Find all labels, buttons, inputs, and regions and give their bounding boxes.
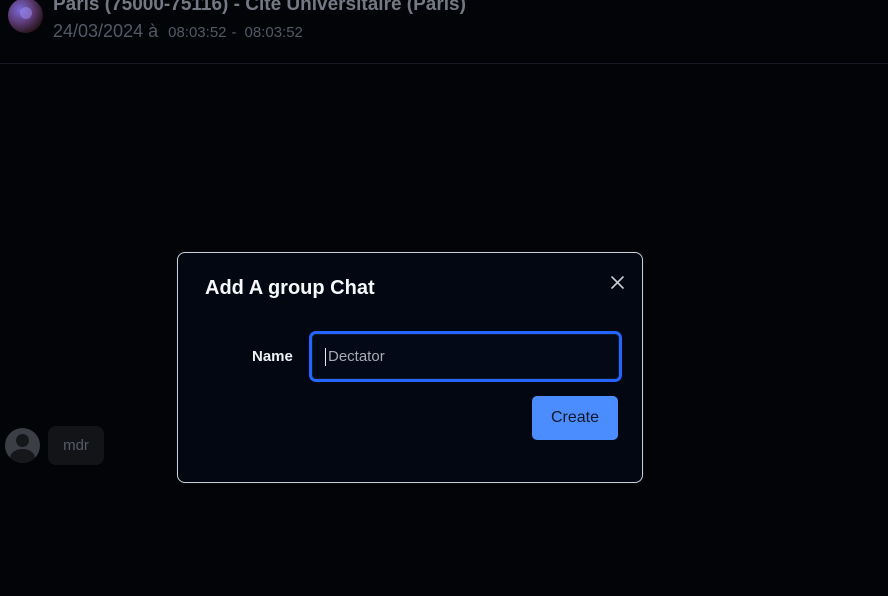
chat-date: 24/03/2024 à xyxy=(53,21,159,41)
user-avatar-icon[interactable] xyxy=(5,427,40,463)
end-time: 08:03:52 xyxy=(244,24,303,41)
start-time: 08:03:52 xyxy=(168,24,227,41)
add-group-chat-modal: Add A group Chat Name Create xyxy=(177,252,643,483)
message-bubble: mdr xyxy=(48,425,104,465)
modal-title: Add A group Chat xyxy=(205,277,375,299)
chat-header: Paris (75000-75116) - Cité Universitaire… xyxy=(0,0,888,64)
time-separator: - xyxy=(231,24,237,41)
text-caret xyxy=(325,348,326,366)
close-icon[interactable] xyxy=(607,272,627,292)
create-button[interactable]: Create xyxy=(532,396,618,440)
chat-title: Paris (75000-75116) - Cité Universitaire… xyxy=(53,0,466,15)
message-item: mdr xyxy=(5,425,104,465)
chat-timestamp: 24/03/2024 à 08:03:52 - 08:03:52 xyxy=(53,21,303,43)
name-label: Name xyxy=(252,348,293,365)
profile-avatar-icon[interactable] xyxy=(8,0,43,33)
name-input[interactable] xyxy=(309,331,622,382)
